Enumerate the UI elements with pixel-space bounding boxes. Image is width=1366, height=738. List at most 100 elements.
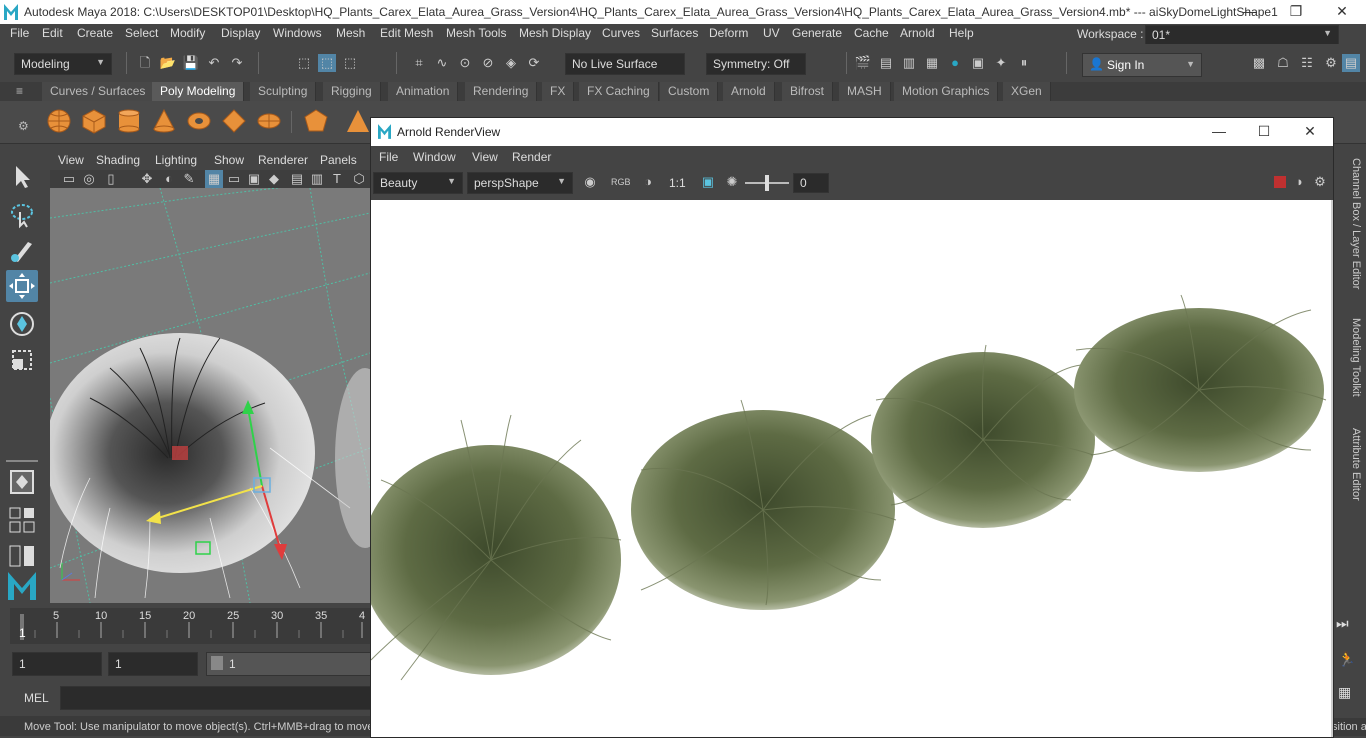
playback-start-field[interactable]: 1 <box>108 652 198 676</box>
exposure-field[interactable]: 0 <box>793 173 829 193</box>
menu-mesh[interactable]: Mesh <box>336 26 365 40</box>
renderview-menu-view[interactable]: View <box>472 150 498 164</box>
render-icon[interactable]: ◉ <box>581 173 599 191</box>
menu-curves[interactable]: Curves <box>602 26 640 40</box>
snap-live-icon[interactable]: ⟳ <box>525 54 543 72</box>
debug-shading-icon[interactable]: ◗ <box>1291 173 1309 191</box>
single-perspective-layout-icon[interactable] <box>6 466 38 498</box>
rotate-tool-icon[interactable] <box>6 308 38 340</box>
menu-uv[interactable]: UV <box>763 26 780 40</box>
render-current-frame-icon[interactable]: 🎬 <box>854 54 872 72</box>
snap-point-icon[interactable]: ⊙ <box>456 54 474 72</box>
renderview-menu-file[interactable]: File <box>379 150 398 164</box>
zoom-ratio[interactable]: 1:1 <box>669 176 686 190</box>
xray-icon[interactable]: ◐ <box>160 170 178 188</box>
menu-arnold[interactable]: Arnold <box>900 26 935 40</box>
mode-dropdown[interactable]: Modeling ▼ <box>14 53 112 75</box>
menu-edit-mesh[interactable]: Edit Mesh <box>380 26 433 40</box>
menu-select[interactable]: Select <box>125 26 158 40</box>
renderview-maximize-button[interactable]: ☐ <box>1244 123 1284 140</box>
tab-motion-graphics[interactable]: Motion Graphics <box>894 82 999 101</box>
camera-dropdown[interactable]: perspShape ▼ <box>467 172 573 194</box>
tool-settings-icon[interactable]: ⚙ <box>1322 54 1340 72</box>
renderview-close-button[interactable]: ✕ <box>1290 123 1330 140</box>
tab-channel-box[interactable]: Channel Box / Layer Editor <box>1350 158 1362 289</box>
close-button[interactable]: ✕ <box>1322 3 1362 21</box>
platonic-solid-icon[interactable] <box>303 108 329 134</box>
snap-curve-icon[interactable]: ∿ <box>433 54 451 72</box>
menu-file[interactable]: File <box>10 26 29 40</box>
aov-dropdown[interactable]: Beauty ▼ <box>373 172 463 194</box>
snap-grid-icon[interactable]: ⌗ <box>410 54 428 72</box>
renderview-minimize-button[interactable]: — <box>1199 123 1239 139</box>
tab-custom[interactable]: Custom <box>660 82 719 101</box>
menu-mesh-tools[interactable]: Mesh Tools <box>446 26 506 40</box>
tab-fx[interactable]: FX <box>542 82 575 101</box>
range-bar[interactable]: 1 <box>206 652 372 676</box>
renderview-scrollbar[interactable] <box>1331 200 1333 737</box>
resolution-gate-icon[interactable]: ▣ <box>245 170 263 188</box>
gear-icon[interactable]: ⚙ <box>18 119 29 133</box>
hypershade-icon[interactable]: ● <box>946 54 964 72</box>
viewport-menu-show[interactable]: Show <box>214 153 244 167</box>
tab-xgen[interactable]: XGen <box>1003 82 1051 101</box>
undo-icon[interactable]: ↶ <box>205 54 223 72</box>
tab-fx-caching[interactable]: FX Caching <box>579 82 659 101</box>
light-editor-icon[interactable]: ✦ <box>992 54 1010 72</box>
renderview-menu-render[interactable]: Render <box>512 150 551 164</box>
render-image[interactable] <box>371 200 1331 737</box>
ipr-render-icon[interactable]: ▥ <box>900 54 918 72</box>
render-settings-icon[interactable]: ▦ <box>923 54 941 72</box>
outliner-layout-icon[interactable] <box>6 540 38 572</box>
menu-surfaces[interactable]: Surfaces <box>651 26 698 40</box>
pivot-handle[interactable] <box>172 446 188 460</box>
exposure-slider-handle[interactable] <box>765 175 769 191</box>
render-setup-icon[interactable]: ▣ <box>969 54 987 72</box>
paint-select-tool-icon[interactable] <box>6 234 38 266</box>
menu-edit[interactable]: Edit <box>42 26 63 40</box>
scale-tool-icon[interactable] <box>6 344 38 376</box>
viewport-menu-shading[interactable]: Shading <box>96 153 140 167</box>
grid-icon[interactable]: ▦ <box>205 170 223 188</box>
four-view-layout-icon[interactable] <box>6 504 38 536</box>
tab-animation[interactable]: Animation <box>388 82 459 101</box>
bookmark-icon[interactable]: ◎ <box>80 170 98 188</box>
command-input[interactable] <box>60 686 372 710</box>
exposure-icon[interactable]: ✺ <box>723 173 741 191</box>
select-by-hierarchy-icon[interactable]: ⬚ <box>295 54 313 72</box>
snap-surface-icon[interactable]: ◈ <box>502 54 520 72</box>
viewport-menu-renderer[interactable]: Renderer <box>258 153 308 167</box>
pause-icon[interactable]: ⏸ <box>1015 54 1033 72</box>
rgb-channels-icon[interactable]: RGB <box>611 173 631 191</box>
image-plane-icon[interactable]: ▯ <box>102 170 120 188</box>
poly-cube-icon[interactable] <box>81 108 107 134</box>
new-scene-icon[interactable]: 🗋 <box>136 54 154 72</box>
select-tool-icon[interactable] <box>6 160 38 192</box>
shelf-menu-icon[interactable]: ≡ <box>16 84 23 98</box>
viewport-menu-lighting[interactable]: Lighting <box>155 153 197 167</box>
range-handle[interactable] <box>211 656 223 670</box>
attribute-editor-icon[interactable]: ☷ <box>1298 54 1316 72</box>
menu-mesh-display[interactable]: Mesh Display <box>519 26 591 40</box>
alpha-icon[interactable]: ◑ <box>639 173 657 191</box>
tab-curves-surfaces[interactable]: Curves / Surfaces <box>42 82 155 101</box>
menu-generate[interactable]: Generate <box>792 26 842 40</box>
brush-icon[interactable]: ✎ <box>180 170 198 188</box>
tab-poly-modeling[interactable]: Poly Modeling <box>152 82 245 101</box>
lasso-tool-icon[interactable] <box>6 198 38 230</box>
skip-to-end-icon[interactable]: ⏭ <box>1336 615 1349 632</box>
render-sequence-icon[interactable]: ▤ <box>877 54 895 72</box>
script-editor-icon[interactable]: ▦ <box>1338 684 1351 701</box>
character-controls-icon[interactable]: ☖ <box>1274 54 1292 72</box>
save-scene-icon[interactable]: 💾 <box>182 54 200 72</box>
tab-rigging[interactable]: Rigging <box>323 82 381 101</box>
poly-plane-icon[interactable] <box>221 108 247 134</box>
time-slider[interactable]: 1 5 10 15 20 25 30 35 4 <box>10 608 370 644</box>
tab-bifrost[interactable]: Bifrost <box>782 82 834 101</box>
isolate-select-icon[interactable]: ⬡ <box>350 170 368 188</box>
select-by-component-icon[interactable]: ⬚ <box>341 54 359 72</box>
channel-box-icon[interactable]: ▤ <box>1342 54 1360 72</box>
stop-render-icon[interactable] <box>1274 176 1286 188</box>
textured-icon[interactable]: ▥ <box>308 170 326 188</box>
sign-in-button[interactable]: 👤 Sign In ▼ <box>1082 53 1202 77</box>
